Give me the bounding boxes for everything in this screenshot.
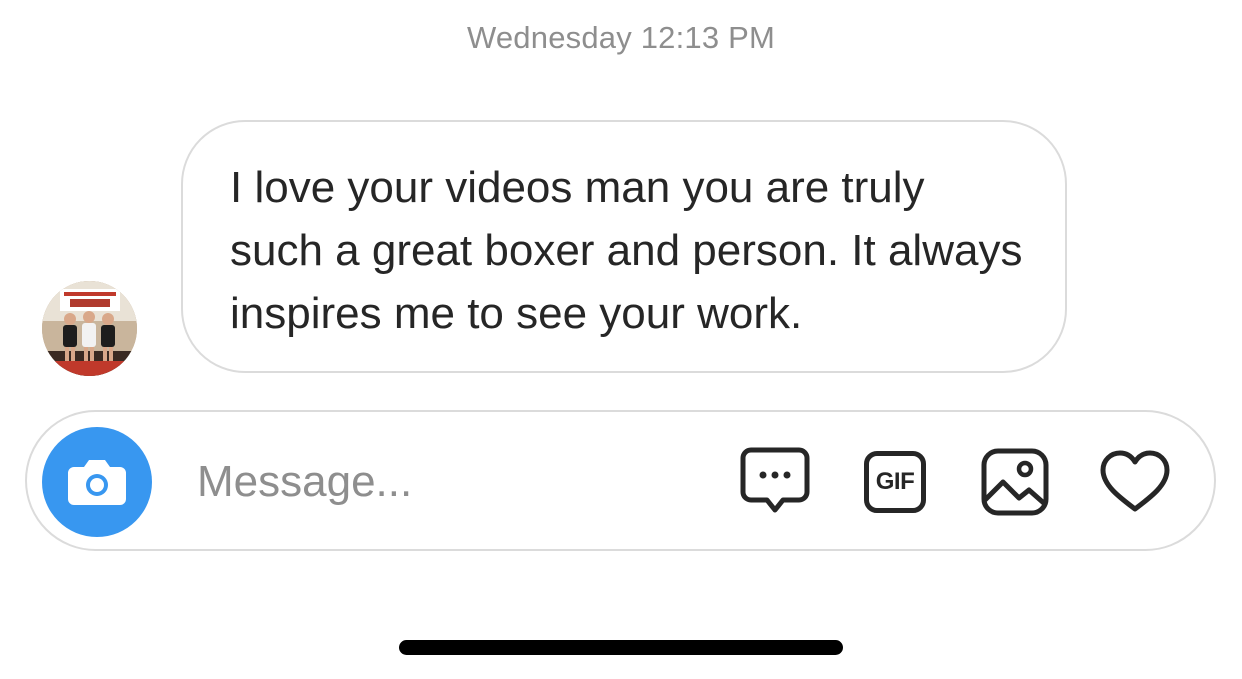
gif-label: GIF (875, 468, 915, 495)
message-composer: GIF (25, 410, 1216, 551)
gallery-button[interactable] (975, 442, 1055, 522)
chat-bubble-dots-icon (740, 447, 810, 513)
gif-button[interactable]: GIF (855, 442, 935, 522)
message-bubble[interactable]: I love your videos man you are truly suc… (181, 120, 1067, 373)
image-icon (981, 448, 1049, 516)
message-input[interactable] (197, 452, 717, 512)
gif-icon: GIF (864, 451, 926, 513)
heart-icon (1100, 450, 1170, 512)
like-button[interactable] (1095, 442, 1175, 522)
message-text: I love your videos man you are truly suc… (230, 163, 1023, 338)
camera-button[interactable] (42, 427, 152, 537)
avatar[interactable] (42, 281, 137, 376)
home-indicator[interactable] (399, 640, 843, 655)
camera-icon (68, 460, 126, 505)
message-timestamp: Wednesday 12:13 PM (466, 20, 776, 55)
more-options-button[interactable] (735, 442, 815, 522)
